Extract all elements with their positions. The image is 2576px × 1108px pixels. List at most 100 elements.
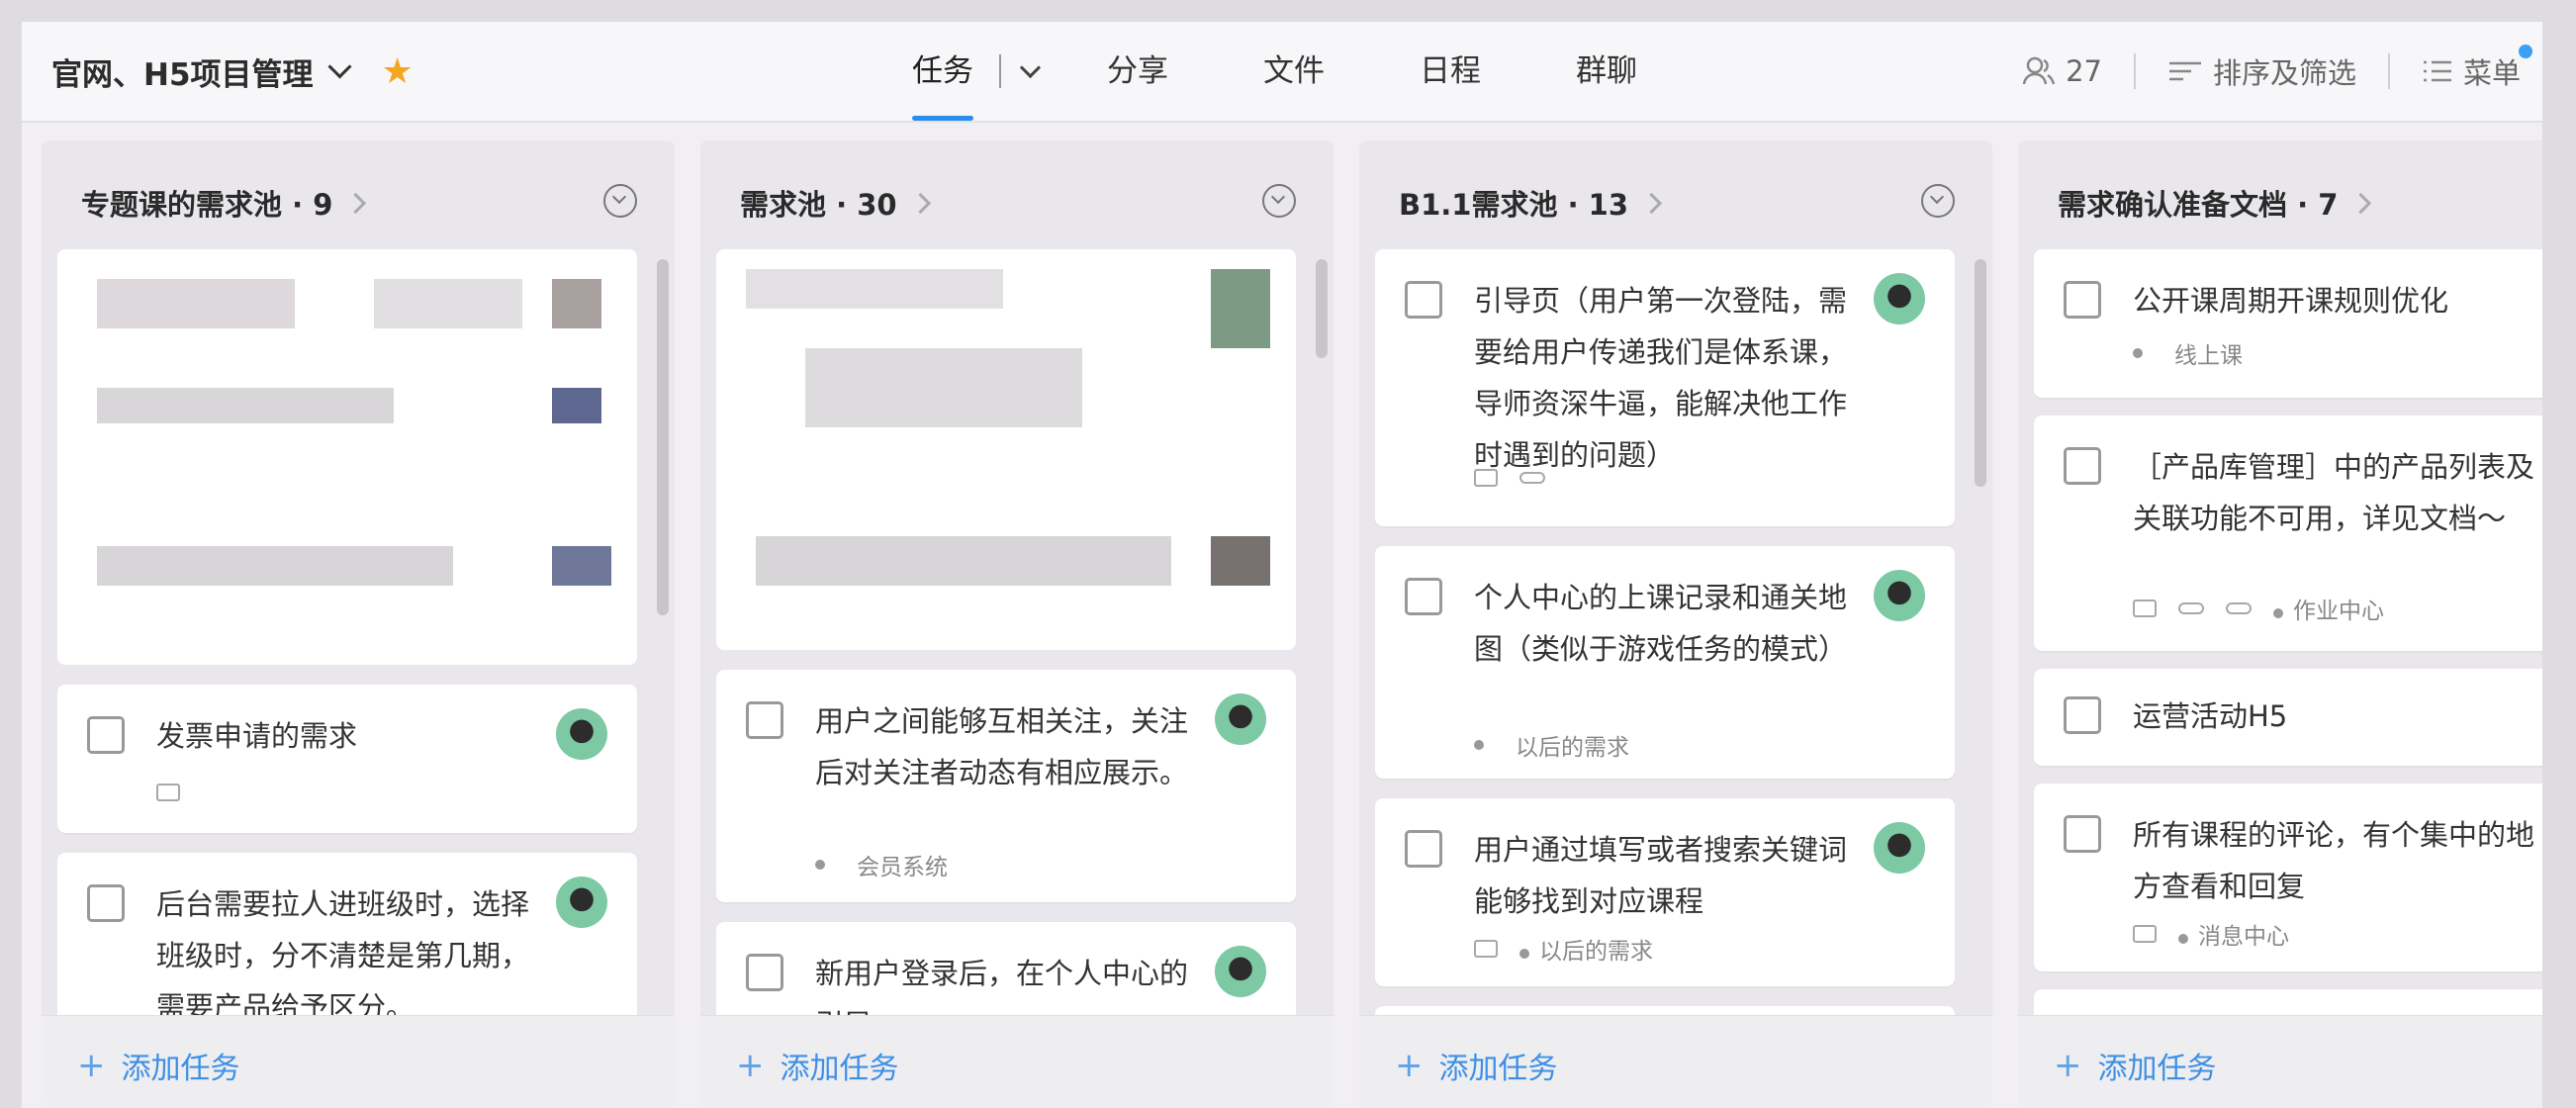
add-task-bar: + 添加任务 (2018, 1015, 2542, 1108)
add-task-bar: + 添加任务 (700, 1015, 1334, 1108)
chevron-right-icon (1640, 192, 1663, 214)
tag-dot (1519, 949, 1529, 959)
add-task-label: 添加任务 (121, 1052, 240, 1086)
task-meta: 以后的需求 (1474, 932, 1653, 966)
column: 需求确认准备文档 · 7 公开课周期开课规则优化 线上课 ［产品库管理］中的产品… (2018, 140, 2542, 1108)
task-checkbox[interactable] (2064, 696, 2101, 734)
tab-group-chat[interactable]: 群聊 (1576, 22, 1637, 121)
plus-icon: + (77, 1046, 106, 1085)
menu-button[interactable]: 菜单 (2422, 45, 2532, 92)
add-task-button[interactable]: + 添加任务 (736, 1044, 899, 1087)
task-card[interactable]: 发票申请的需求 (57, 685, 637, 833)
task-card[interactable]: 所有课程的评论，有个集中的地方查看和回复 消息中心 (2034, 784, 2542, 971)
list-icon (2423, 60, 2451, 82)
avatar (1215, 693, 1266, 745)
task-card[interactable]: 引导页（用户第一次登陆，需要给用户传递我们是体系课，导师资深牛逼，能解决他工作时… (1375, 249, 1955, 526)
task-meta (1474, 469, 1545, 487)
scrollbar[interactable] (1316, 259, 1328, 358)
attachment-icon (2178, 602, 2204, 614)
comment-icon (2133, 925, 2157, 943)
blurred-card (57, 249, 637, 665)
task-checkbox[interactable] (1405, 830, 1442, 868)
task-title: 公开课周期开课规则优化 (2133, 284, 2449, 318)
task-checkbox[interactable] (1405, 281, 1442, 319)
task-title: 引导页（用户第一次登陆，需要给用户传递我们是体系课，导师资深牛逼，能解决他工作时… (1474, 284, 1848, 472)
task-checkbox[interactable] (2064, 281, 2101, 319)
column-header[interactable]: B1.1需求池 · 13 (1399, 182, 1663, 224)
column-menu-icon[interactable] (603, 184, 637, 218)
task-checkbox[interactable] (87, 716, 125, 754)
column-menu-icon[interactable] (1921, 184, 1955, 218)
add-task-button[interactable]: + 添加任务 (77, 1044, 240, 1087)
column-title: 需求池 · 30 (740, 188, 897, 222)
column: 需求池 · 30 用户之间能够互相关注，关注后对关注者动态有相应展示。 会员系统… (700, 140, 1334, 1108)
task-title: 用户之间能够互相关注，关注后对关注者动态有相应展示。 (815, 704, 1189, 789)
chevron-right-icon (2350, 192, 2372, 214)
task-checkbox[interactable] (2064, 447, 2101, 485)
comment-icon (1474, 940, 1498, 958)
plus-icon: + (1395, 1046, 1424, 1085)
task-tag: 会员系统 (815, 848, 948, 881)
tag-label: 会员系统 (857, 855, 948, 880)
task-card[interactable]: 公开课周期开课规则优化 线上课 (2034, 249, 2542, 398)
task-title: ［产品库管理］中的产品列表及关联功能不可用，详见文档～ (2133, 450, 2535, 535)
sort-filter-button[interactable]: 排序及筛选 (2167, 50, 2356, 92)
task-title: 运营活动H5 (2133, 699, 2288, 733)
task-title: 发票申请的需求 (156, 719, 358, 753)
add-task-bar: + 添加任务 (42, 1015, 675, 1108)
task-card[interactable] (2034, 989, 2542, 1016)
tag-dot (1474, 740, 1484, 750)
task-checkbox[interactable] (1405, 578, 1442, 615)
card-list: 发票申请的需求 后台需要拉人进班级时，选择班级时，分不清楚是第几期，需要产品给予… (57, 249, 637, 1016)
tab-share[interactable]: 分享 (1107, 22, 1168, 121)
tab-files[interactable]: 文件 (1263, 22, 1325, 121)
add-task-button[interactable]: + 添加任务 (2054, 1044, 2217, 1087)
plus-icon: + (2054, 1046, 2082, 1085)
task-card[interactable]: 新用户登录后，在个人中心的引导 (716, 922, 1296, 1016)
task-checkbox[interactable] (746, 701, 783, 739)
column-title: B1.1需求池 · 13 (1399, 188, 1629, 222)
scrollbar[interactable] (1975, 259, 1986, 487)
add-task-button[interactable]: + 添加任务 (1395, 1044, 1558, 1087)
task-title: 后台需要拉人进班级时，选择班级时，分不清楚是第几期，需要产品给予区分。 (156, 887, 530, 1016)
members-button[interactable]: 27 (2022, 54, 2102, 88)
task-card[interactable]: 运营活动H5 (2034, 669, 2542, 766)
task-card[interactable]: ［产品库管理］中的产品列表及关联功能不可用，详见文档～ 作业中心 (2034, 416, 2542, 651)
filter-icon (2168, 61, 2201, 81)
column: B1.1需求池 · 13 引导页（用户第一次登陆，需要给用户传递我们是体系课，导… (1359, 140, 1992, 1108)
add-task-label: 添加任务 (2097, 1052, 2217, 1086)
tag-label: 以后的需求 (1516, 735, 1629, 761)
task-card[interactable]: 个人中心的上课记录和通关地图（类似于游戏任务的模式） 以后的需求 (1375, 546, 1955, 779)
tag-label: 以后的需求 (1539, 939, 1653, 965)
add-task-bar: + 添加任务 (1359, 1015, 1992, 1108)
chevron-down-icon (326, 54, 352, 79)
star-icon[interactable]: ★ (382, 51, 414, 92)
task-card[interactable]: 后台需要拉人进班级时，选择班级时，分不清楚是第几期，需要产品给予区分。 (57, 853, 637, 1016)
column-header[interactable]: 专题课的需求池 · 9 (81, 182, 367, 224)
comment-icon (1474, 469, 1498, 487)
task-meta: 作业中心 (2133, 592, 2384, 625)
column-title: 专题课的需求池 · 9 (81, 188, 333, 222)
tag-label: 线上课 (2174, 343, 2243, 369)
link-icon (2226, 602, 2252, 614)
tab-schedule[interactable]: 日程 (1420, 22, 1481, 121)
column-header[interactable]: 需求池 · 30 (740, 182, 931, 224)
tab-tasks-dropdown-icon[interactable] (1019, 56, 1042, 78)
tab-tasks[interactable]: 任务 (912, 22, 973, 121)
task-checkbox[interactable] (2064, 815, 2101, 853)
task-title: 用户通过填写或者搜索关键词能够找到对应课程 (1474, 833, 1848, 918)
column-menu-icon[interactable] (1262, 184, 1296, 218)
avatar (1874, 273, 1925, 324)
column-header[interactable]: 需求确认准备文档 · 7 (2058, 182, 2372, 224)
task-card[interactable]: 用户之间能够互相关注，关注后对关注者动态有相应展示。 会员系统 (716, 670, 1296, 902)
scrollbar[interactable] (657, 259, 669, 615)
card-list: 公开课周期开课规则优化 线上课 ［产品库管理］中的产品列表及关联功能不可用，详见… (2034, 249, 2542, 1016)
task-checkbox[interactable] (87, 884, 125, 922)
avatar (556, 708, 607, 760)
task-card[interactable]: 用户通过填写或者搜索关键词能够找到对应课程 以后的需求 (1375, 798, 1955, 986)
tab-divider (999, 54, 1001, 88)
tab-bar: 任务 分享 文件 日程 群聊 (912, 22, 1732, 121)
project-switcher[interactable]: 官网、H5项目管理 ★ (51, 49, 414, 94)
plus-icon: + (736, 1046, 765, 1085)
task-checkbox[interactable] (746, 954, 783, 991)
